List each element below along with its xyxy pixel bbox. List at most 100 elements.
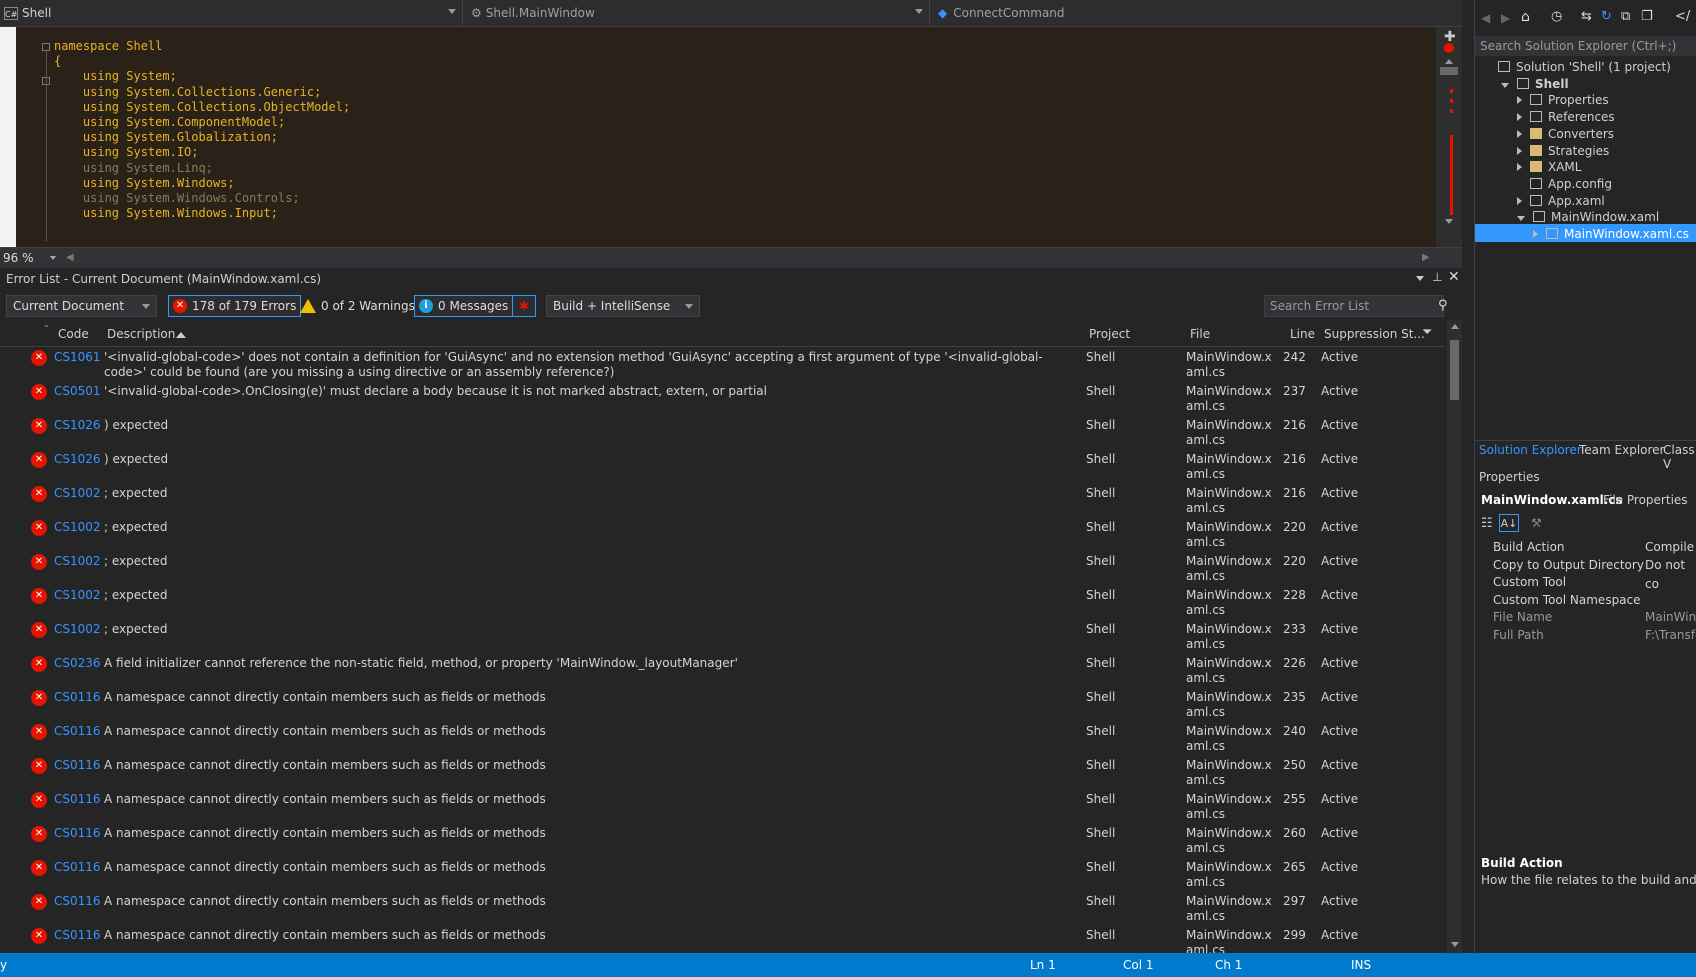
error-code-link[interactable]: CS1002 <box>54 588 101 602</box>
sync-icon[interactable]: ⇆ <box>1581 9 1592 24</box>
code-line[interactable]: using System; <box>54 68 177 84</box>
error-code-link[interactable]: CS0116 <box>54 894 101 908</box>
tree-item[interactable]: Solution 'Shell' (1 project) <box>1485 58 1671 76</box>
code-line[interactable]: using System.Globalization; <box>54 129 278 145</box>
table-row[interactable]: ✕ CS0116 A namespace cannot directly conta… <box>0 756 1445 790</box>
table-row[interactable]: ✕ CS1002; expected Shell MainWindow.xaml.cs… <box>0 620 1445 654</box>
refresh-icon[interactable]: ↻ <box>1601 9 1612 24</box>
error-code-link[interactable]: CS0116 <box>54 724 101 738</box>
property-value[interactable]: MainWind <box>1645 608 1696 627</box>
code-area[interactable]: namespace Shell{ using System; using Sys… <box>16 27 1436 247</box>
tab-class-view[interactable]: Class V <box>1663 443 1696 471</box>
member-dropdown[interactable]: ◆ ConnectCommand <box>930 0 1462 26</box>
column-header-file[interactable]: File <box>1190 327 1210 341</box>
code-line[interactable]: using System.Windows.Input; <box>54 205 278 221</box>
column-header-project[interactable]: Project <box>1089 327 1130 341</box>
editor-scrollbar[interactable]: ✚ <box>1436 27 1462 247</box>
table-row[interactable]: ✕ CS0116 A namespace cannot directly conta… <box>0 858 1445 892</box>
table-row[interactable]: ✕ CS1002; expected Shell MainWindow.xaml.cs… <box>0 552 1445 586</box>
error-code-link[interactable]: CS1061 <box>54 350 101 364</box>
class-dropdown[interactable]: ⚙ Shell.MainWindow <box>463 0 930 26</box>
tree-item[interactable]: Properties <box>1517 91 1609 109</box>
error-list-scrollbar[interactable] <box>1447 320 1462 953</box>
property-value[interactable]: Compile <box>1645 538 1694 557</box>
code-line[interactable]: using System.ComponentModel; <box>54 114 285 130</box>
scope-dropdown[interactable]: Current Document <box>6 295 157 317</box>
table-row[interactable]: ✕ CS0116 A namespace cannot directly conta… <box>0 722 1445 756</box>
code-line[interactable]: namespace Shell <box>54 38 162 54</box>
table-row[interactable]: ✕ CS1061 '<invalid-global-code>' does not … <box>0 348 1445 382</box>
code-line[interactable]: using System.Windows; <box>54 175 235 191</box>
error-code-link[interactable]: CS1002 <box>54 520 101 534</box>
error-code-link[interactable]: CS1002 <box>54 554 101 568</box>
table-row[interactable]: ✕ CS0116 A namespace cannot directly conta… <box>0 790 1445 824</box>
column-header-description[interactable]: Description <box>107 327 175 341</box>
close-icon[interactable]: ✕ <box>1448 269 1460 285</box>
code-line[interactable]: { <box>54 53 61 69</box>
scroll-left-icon[interactable]: ◀ <box>66 252 74 263</box>
expanded-arrow-icon[interactable] <box>1501 82 1509 88</box>
tree-item[interactable]: Strategies <box>1517 142 1609 160</box>
scroll-down-icon[interactable] <box>1445 219 1453 224</box>
table-row[interactable]: ✕ CS0116 A namespace cannot directly conta… <box>0 926 1445 953</box>
history-icon[interactable]: ◷ <box>1551 9 1562 24</box>
table-row[interactable]: ✕ CS0501 '<invalid-global-code>.OnClosing(… <box>0 382 1445 416</box>
error-list-scroll-thumb[interactable] <box>1450 340 1459 400</box>
error-search-input[interactable]: Search Error List <box>1264 295 1444 317</box>
collapsed-arrow-icon[interactable] <box>1517 96 1522 105</box>
code-editor[interactable]: namespace Shell{ using System; using Sys… <box>0 27 1462 247</box>
window-position-icon[interactable] <box>1416 276 1424 281</box>
column-header-code[interactable]: Code <box>58 327 89 341</box>
error-code-link[interactable]: CS0116 <box>54 792 101 806</box>
error-code-link[interactable]: CS1026 <box>54 418 101 432</box>
code-line[interactable]: using System.Collections.ObjectModel; <box>54 99 350 115</box>
show-all-files-icon[interactable]: ❐ <box>1641 9 1653 24</box>
chevron-down-icon[interactable] <box>50 256 56 260</box>
messages-filter-button[interactable]: i 0 Messages <box>414 295 514 317</box>
error-code-link[interactable]: CS0236 <box>54 656 101 670</box>
scroll-up-icon[interactable] <box>1451 324 1459 329</box>
tab-solution-explorer[interactable]: Solution Explorer <box>1479 443 1582 457</box>
collapsed-arrow-icon[interactable] <box>1517 163 1522 172</box>
error-code-link[interactable]: CS0116 <box>54 826 101 840</box>
table-row[interactable]: ✕ CS1002; expected Shell MainWindow.xaml.cs… <box>0 484 1445 518</box>
code-line[interactable]: using System.IO; <box>54 144 199 160</box>
expanded-arrow-icon[interactable] <box>1517 216 1525 222</box>
tree-item[interactable]: App.config <box>1517 175 1612 193</box>
error-code-link[interactable]: CS1002 <box>54 622 101 636</box>
column-header-suppression[interactable]: Suppression St... <box>1324 327 1425 341</box>
project-dropdown[interactable]: C# Shell <box>0 0 463 26</box>
collapsed-arrow-icon[interactable] <box>1533 230 1538 238</box>
table-row[interactable]: ✕ CS0236 A field initializer cannot refere… <box>0 654 1445 688</box>
table-row[interactable]: ✕ CS0116 A namespace cannot directly conta… <box>0 688 1445 722</box>
tree-item[interactable]: Shell <box>1501 75 1569 93</box>
code-line[interactable]: using System.Windows.Controls; <box>54 190 300 206</box>
property-row[interactable]: File Name MainWind <box>1475 608 1696 627</box>
error-code-link[interactable]: CS0116 <box>54 690 101 704</box>
solution-search-input[interactable]: Search Solution Explorer (Ctrl+;) <box>1475 36 1696 56</box>
tree-item[interactable]: Converters <box>1517 125 1614 143</box>
table-row[interactable]: ✕ CS1002; expected Shell MainWindow.xaml.cs… <box>0 586 1445 620</box>
filter-icon[interactable]: ⏷ <box>1422 325 1432 340</box>
error-code-link[interactable]: CS0501 <box>54 384 101 398</box>
tab-team-explorer[interactable]: Team Explorer <box>1579 443 1665 457</box>
property-value[interactable]: F:\Transfe <box>1645 626 1696 645</box>
editor-scroll-thumb[interactable] <box>1440 67 1458 75</box>
collapsed-arrow-icon[interactable] <box>1517 196 1522 205</box>
zoom-level[interactable]: 96 % <box>3 251 34 265</box>
build-filter-toggle[interactable]: ✱ <box>512 295 536 317</box>
collapsed-arrow-icon[interactable] <box>1517 129 1522 138</box>
error-code-link[interactable]: CS0116 <box>54 928 101 942</box>
scroll-right-icon[interactable]: ▶ <box>1422 252 1430 263</box>
tree-item[interactable]: App.xaml <box>1517 192 1605 210</box>
errors-filter-button[interactable]: ✕ 178 of 179 Errors <box>168 295 302 317</box>
code-line[interactable]: using System.Collections.Generic; <box>54 84 321 100</box>
tree-item[interactable]: MainWindow.xaml.cs <box>1533 225 1689 243</box>
property-row[interactable]: Custom Tool Namespace <box>1475 591 1696 610</box>
alphabetical-icon[interactable]: A↓ <box>1499 514 1519 532</box>
table-row[interactable]: ✕ CS1026) expected Shell MainWindow.xaml.cs… <box>0 416 1445 450</box>
collapse-all-icon[interactable]: ⧉ <box>1621 9 1630 24</box>
collapsed-arrow-icon[interactable] <box>1517 113 1522 122</box>
tree-item[interactable]: XAML <box>1517 158 1581 176</box>
column-header-line[interactable]: Line <box>1290 327 1315 341</box>
